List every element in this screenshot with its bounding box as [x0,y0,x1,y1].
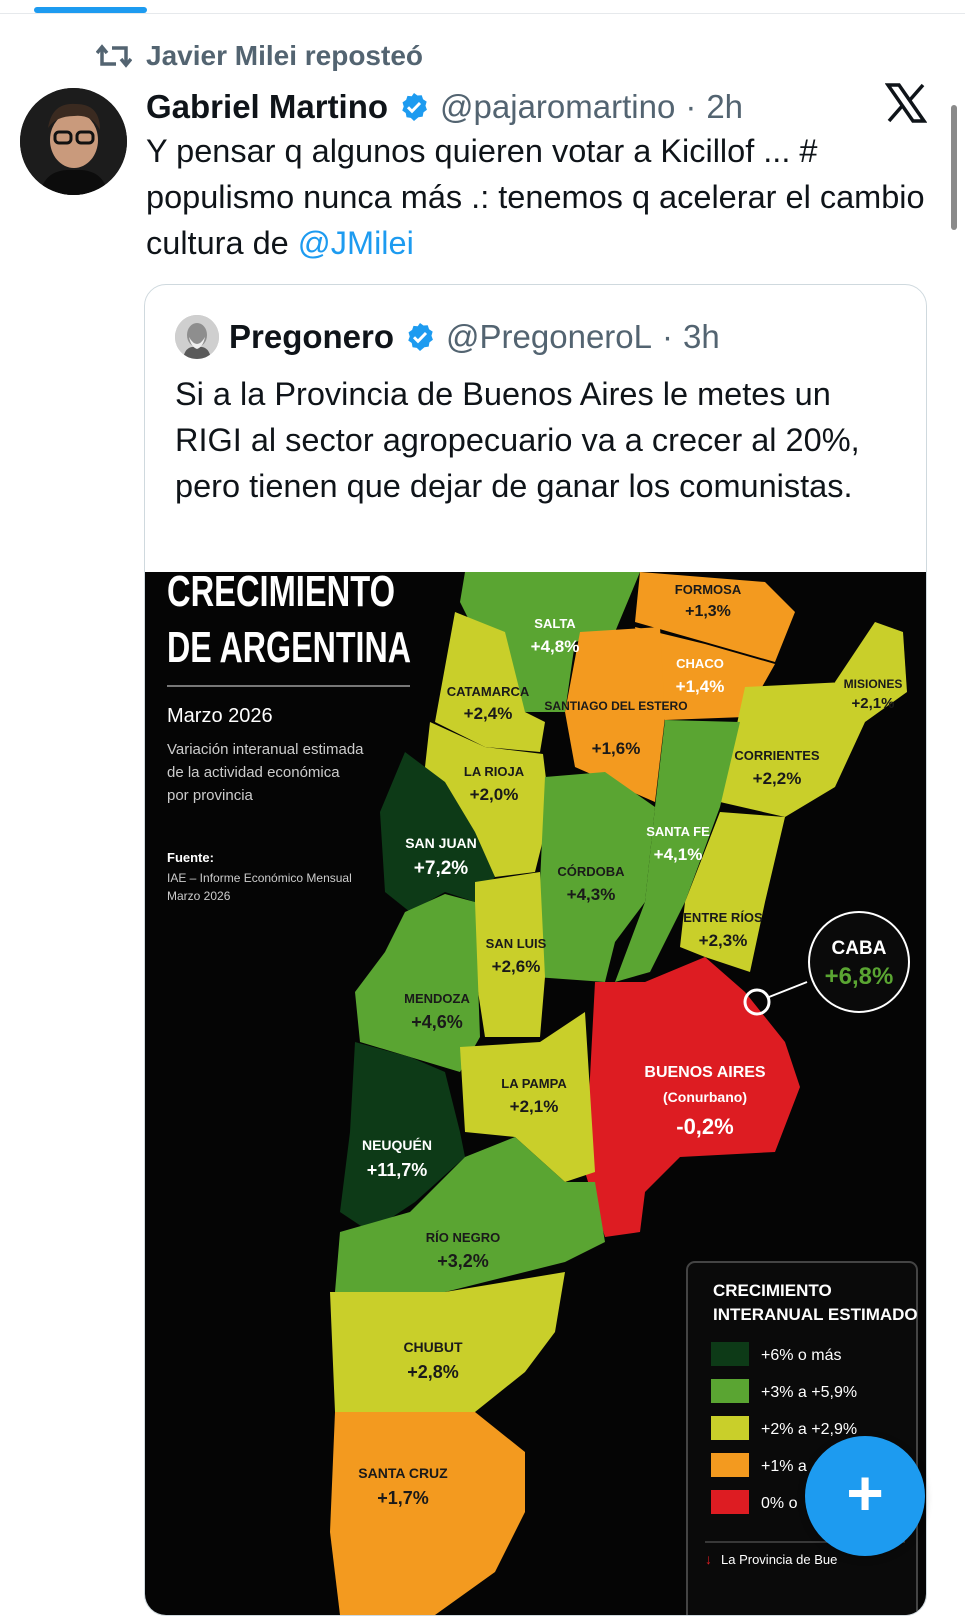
value-catamarca: +2,4% [464,704,513,723]
quote-avatar[interactable] [175,315,219,359]
top-divider [0,13,965,14]
value-lapampa: +2,1% [510,1097,559,1116]
repost-label: Javier Milei reposteó [146,40,424,71]
label-cordoba: CÓRDOBA [557,864,625,879]
map-image[interactable]: CRECIMIENTO DE ARGENTINA Marzo 2026 Vari… [145,567,926,1615]
value-corrientes: +2,2% [753,769,802,788]
label-entrerios: ENTRE RÍOS [683,910,763,925]
label-catamarca: CATAMARCA [447,684,530,699]
region-mendoza [355,894,480,1072]
quote-author-name[interactable]: Pregonero [229,318,394,356]
value-caba: +6,8% [825,963,894,990]
value-formosa: +1,3% [685,603,731,620]
legend-title-2: INTERANUAL ESTIMADO [713,1305,918,1324]
label-salta: SALTA [534,616,576,631]
infographic-title-2: DE ARGENTINA [167,623,411,672]
infographic-source-2: Marzo 2026 [167,889,231,903]
repost-context[interactable]: Javier Milei reposteó [96,36,423,76]
verified-badge-icon [408,323,433,351]
plus-icon: + [846,1457,884,1529]
infographic-source-1: IAE – Informe Económico Mensual [167,871,352,885]
scrollbar[interactable] [951,105,957,230]
quote-header: Pregonero @PregoneroL · 3h [175,315,720,359]
quote-text: Si a la Provincia de Buenos Aires le met… [175,376,860,504]
label-rionegro: RÍO NEGRO [426,1230,500,1245]
tweet-text: Y pensar q algunos quieren votar a Kicil… [146,128,926,266]
label-santiago: SANTIAGO DEL ESTERO [544,699,687,713]
value-sanjuan: +7,2% [414,858,469,879]
value-entrerios: +2,3% [699,931,748,950]
tweet-header: Gabriel Martino @pajaromartino · 2h [146,84,865,130]
value-buenosaires: -0,2% [676,1114,733,1139]
repost-icon [96,44,132,68]
legend-title-1: CRECIMIENTO [713,1281,832,1300]
infographic-title-1: CRECIMIENTO [167,572,395,616]
label-sanluis: SAN LUIS [486,936,547,951]
label-chubut: CHUBUT [403,1339,463,1355]
legend-footnote: La Provincia de Bue [721,1552,837,1567]
quote-author-handle[interactable]: @PregoneroL [446,318,652,356]
label-mendoza: MENDOZA [404,991,470,1006]
avatar[interactable] [20,88,127,195]
label-misiones: MISIONES [844,677,903,691]
legend-swatch-5 [711,1490,749,1514]
region-santacruz [330,1412,525,1615]
infographic-date: Marzo 2026 [167,705,273,727]
legend-swatch-2 [711,1379,749,1403]
value-chaco: +1,4% [676,677,725,696]
legend-item-5: 0% o [761,1495,798,1512]
sub-buenosaires: (Conurbano) [663,1089,747,1105]
x-logo-icon[interactable] [885,82,927,124]
label-buenosaires: BUENOS AIRES [644,1064,766,1081]
author-name[interactable]: Gabriel Martino [146,88,388,126]
label-lapampa: LA PAMPA [501,1076,567,1091]
legend-swatch-1 [711,1342,749,1366]
legend-item-3: +2% a +2,9% [761,1421,857,1438]
author-handle[interactable]: @pajaromartino [440,88,675,126]
tweet-body: Y pensar q algunos quieren votar a Kicil… [146,133,925,261]
caba-callout [808,911,910,1013]
verified-badge-icon [402,93,427,121]
value-santafe: +4,1% [654,845,703,864]
label-caba: CABA [832,938,887,959]
value-salta: +4,8% [531,637,580,656]
legend-swatch-3 [711,1416,749,1440]
value-sanluis: +2,6% [492,957,541,976]
separator-dot: · [685,88,697,125]
legend-item-1: +6% o más [761,1347,841,1364]
infographic-desc-2: de la actividad económica [167,764,340,781]
arrow-down-icon: ↓ [705,1551,712,1567]
value-chubut: +2,8% [407,1362,459,1382]
value-misiones: +2,1% [852,695,895,712]
label-chaco: CHACO [676,656,724,671]
value-santiago: +1,6% [592,739,641,758]
value-rionegro: +3,2% [437,1251,489,1271]
value-santacruz: +1,7% [377,1488,429,1508]
separator-dot: · [662,318,674,355]
legend-swatch-4 [711,1453,749,1477]
legend-item-4: +1% a [761,1458,807,1475]
label-formosa: FORMOSA [675,582,742,597]
label-larioja: LA RIOJA [464,764,525,779]
value-mendoza: +4,6% [411,1012,463,1032]
label-neuquen: NEUQUÉN [362,1137,432,1153]
value-neuquen: +11,7% [367,1160,428,1180]
compose-button[interactable]: + [805,1436,925,1556]
legend-item-2: +3% a +5,9% [761,1384,857,1401]
value-larioja: +2,0% [470,785,519,804]
infographic-desc-1: Variación interanual estimada [167,741,364,758]
label-sanjuan: SAN JUAN [405,835,477,851]
label-santafe: SANTA FE [646,824,710,839]
infographic-source-label: Fuente: [167,850,214,865]
label-corrientes: CORRIENTES [734,748,820,763]
quote-timestamp[interactable]: 3h [683,318,720,356]
value-cordoba: +4,3% [567,885,616,904]
quoted-tweet[interactable]: Pregonero @PregoneroL · 3h Si a la Provi… [144,284,927,1616]
infographic-desc-3: por provincia [167,787,254,804]
region-sanluis [475,872,545,1037]
label-santacruz: SANTA CRUZ [358,1465,448,1481]
timestamp[interactable]: 2h [706,88,743,126]
mention-link[interactable]: @JMilei [298,225,414,261]
